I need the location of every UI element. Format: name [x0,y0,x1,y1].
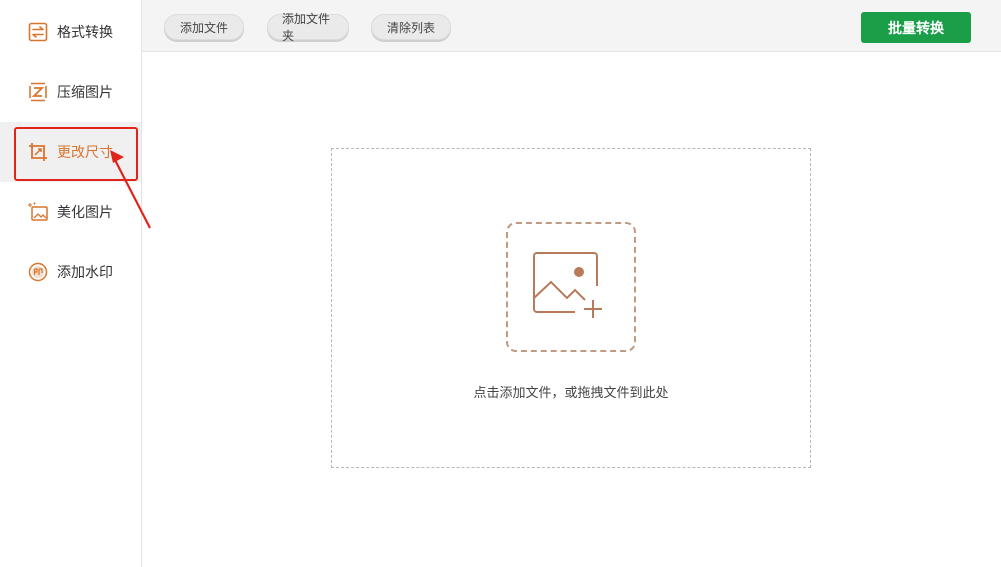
sidebar-item-label: 美化图片 [57,205,113,221]
add-folder-button[interactable]: 添加文件夹 [267,12,349,43]
sidebar-item-label: 添加水印 [57,265,113,281]
sidebar-item-format-convert[interactable]: 格式转换 [0,2,141,62]
beautify-icon [28,202,48,222]
sidebar-item-compress[interactable]: 压缩图片 [0,62,141,122]
sidebar-item-label: 压缩图片 [57,85,113,101]
sidebar-item-label: 格式转换 [57,25,113,41]
format-convert-icon [28,22,48,42]
watermark-seal-icon [28,262,48,282]
toolbar: 添加文件 添加文件夹 清除列表 批量转换 [142,0,1001,52]
sidebar-item-resize[interactable]: 更改尺寸 [0,122,141,182]
clear-list-button[interactable]: 清除列表 [371,14,451,40]
sidebar-item-label: 更改尺寸 [57,145,113,161]
add-image-icon [533,251,602,318]
add-file-button[interactable]: 添加文件 [164,14,244,40]
sidebar-item-watermark[interactable]: 添加水印 [0,242,141,302]
add-image-button[interactable] [506,222,636,352]
drop-hint-text: 点击添加文件，或拖拽文件到此处 [473,386,669,401]
resize-crop-icon [28,142,48,162]
batch-convert-button[interactable]: 批量转换 [861,12,971,43]
sidebar: 格式转换 压缩图片 更改尺寸 美化图片 添加水印 [0,0,142,567]
sidebar-item-beautify[interactable]: 美化图片 [0,182,141,242]
file-drop-zone[interactable]: 点击添加文件，或拖拽文件到此处 [331,148,811,468]
compress-icon [28,82,48,102]
